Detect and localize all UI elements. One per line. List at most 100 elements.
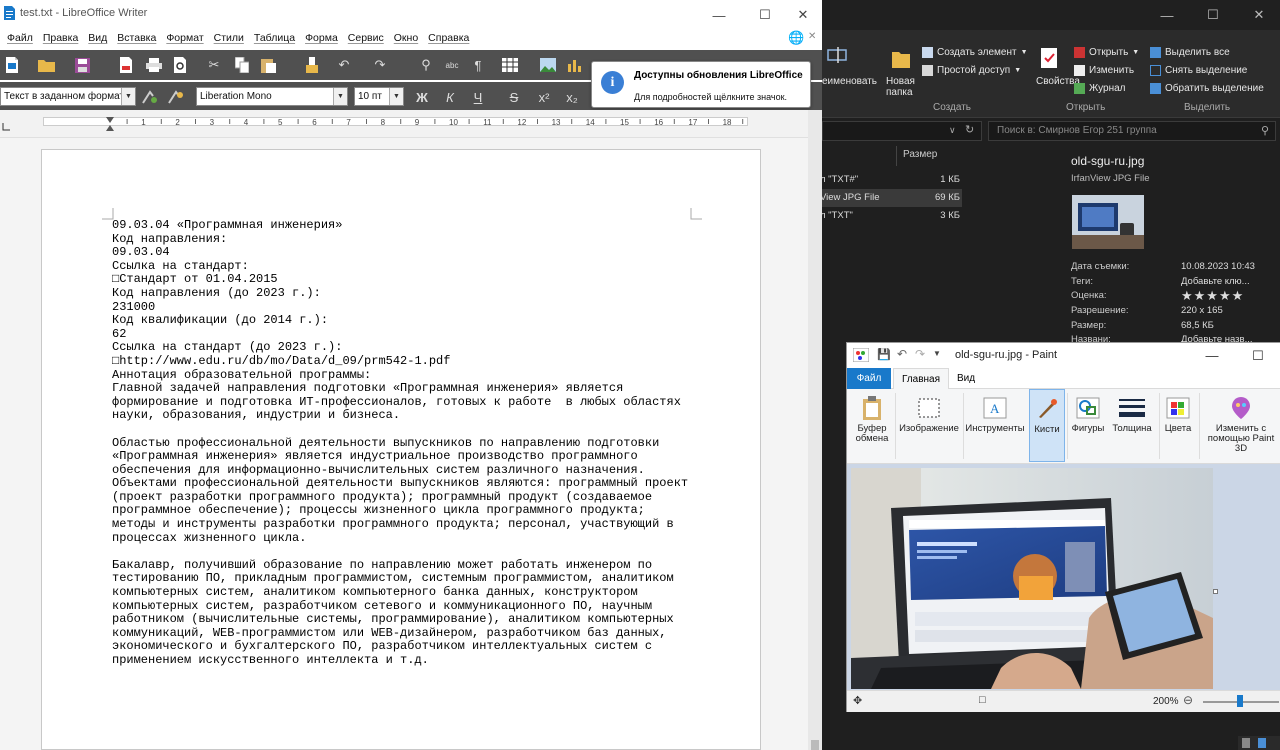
minimize-button[interactable]: —: [696, 0, 742, 30]
size-group[interactable]: Толщина: [1109, 389, 1155, 462]
undo-icon[interactable]: ↶: [897, 347, 907, 361]
close-button[interactable]: ✕: [780, 0, 826, 30]
update-globe-icon[interactable]: 🌐: [788, 30, 804, 46]
minimize-button[interactable]: —: [1144, 0, 1190, 30]
clone-formatting-icon[interactable]: [302, 55, 322, 75]
update-notification[interactable]: i Доступны обновления LibreOffice Для по…: [591, 61, 811, 108]
spelling-icon[interactable]: abc: [442, 55, 462, 75]
tab-stop-type[interactable]: [2, 123, 10, 131]
indent-marker[interactable]: [106, 117, 114, 131]
new-style-icon[interactable]: [166, 87, 186, 107]
menu-tools[interactable]: Сервис: [343, 32, 389, 44]
scrollbar-thumb[interactable]: [811, 740, 819, 750]
clipboard-group[interactable]: Буфер обмена: [851, 389, 893, 462]
close-button[interactable]: ✕: [1236, 0, 1280, 30]
strikethrough-button[interactable]: S: [504, 87, 524, 107]
rename-button[interactable]: еименовать: [822, 76, 877, 87]
prop-rating[interactable]: Оценка: ★★★★★: [1071, 288, 1271, 304]
minimize-button[interactable]: —: [1189, 343, 1235, 368]
menu-table[interactable]: Таблица: [249, 32, 300, 44]
select-all-button[interactable]: Выделить все: [1150, 47, 1230, 58]
easy-access-button[interactable]: Простой доступ ▼: [922, 65, 1021, 76]
menu-form[interactable]: Форма: [300, 32, 343, 44]
zoom-slider-thumb[interactable]: [1237, 695, 1243, 707]
menu-help[interactable]: Справка: [423, 32, 474, 44]
document-page[interactable]: 09.03.04 «Программная инженерия» Код напр…: [41, 149, 761, 750]
resize-handle[interactable]: [1213, 589, 1218, 594]
save-icon[interactable]: [72, 55, 92, 75]
file-row[interactable]: л "TXT" 3 КБ: [820, 207, 962, 225]
underline-button[interactable]: Ч: [468, 87, 488, 107]
zoom-out-icon[interactable]: ⊖: [1183, 693, 1193, 707]
open-button[interactable]: Открыть ▼: [1074, 47, 1139, 58]
search-box[interactable]: Поиск в: Смирнов Егор 251 группа ⚲: [988, 121, 1276, 141]
italic-button[interactable]: К: [440, 87, 460, 107]
edit-button[interactable]: Изменить: [1074, 65, 1134, 76]
menu-view[interactable]: Вид: [83, 32, 112, 44]
refresh-icon[interactable]: ↻: [965, 123, 974, 136]
update-style-icon[interactable]: [140, 87, 160, 107]
find-replace-icon[interactable]: ⚲: [416, 55, 436, 75]
font-name-select[interactable]: Liberation Mono ▼: [196, 87, 348, 106]
document-body-text[interactable]: 09.03.04 «Программная инженерия» Код напр…: [112, 218, 732, 668]
superscript-button[interactable]: x²: [534, 87, 554, 107]
vertical-scrollbar[interactable]: [808, 110, 822, 750]
close-document-icon[interactable]: ✕: [808, 31, 816, 42]
prop-size: Размер: 68,5 КБ: [1071, 320, 1214, 331]
maximize-button[interactable]: ☐: [1235, 343, 1280, 368]
file-row[interactable]: л "TXT#" 1 КБ: [820, 171, 962, 189]
insert-image-icon[interactable]: [538, 55, 558, 75]
easy-access-icon: [922, 65, 933, 76]
tab-view[interactable]: Вид: [957, 373, 975, 384]
undo-icon[interactable]: ↶: [334, 55, 354, 75]
history-button[interactable]: Журнал: [1074, 83, 1126, 94]
colors-group[interactable]: Цвета: [1161, 389, 1195, 462]
maximize-button[interactable]: ☐: [1190, 0, 1236, 30]
redo-icon[interactable]: ↷: [915, 347, 925, 361]
file-row-selected[interactable]: View JPG File 69 КБ: [820, 189, 962, 207]
brushes-group[interactable]: Кисти: [1029, 389, 1065, 462]
new-item-button[interactable]: Создать элемент ▼: [922, 47, 1028, 58]
select-none-button[interactable]: Снять выделение: [1150, 65, 1247, 76]
menu-edit[interactable]: Правка: [38, 32, 83, 44]
menu-insert[interactable]: Вставка: [112, 32, 161, 44]
paint-image-laptop-photo[interactable]: [851, 468, 1213, 689]
paint3d-group[interactable]: Изменить с помощью Paint 3D: [1201, 389, 1280, 462]
view-tiles-icon[interactable]: [1258, 738, 1266, 748]
insert-table-icon[interactable]: [500, 55, 520, 75]
subscript-button[interactable]: x₂: [562, 87, 582, 107]
image-group[interactable]: Изображение: [897, 389, 961, 462]
paragraph-style-select[interactable]: Текст в заданном формате ▼: [0, 87, 136, 106]
formatting-marks-icon[interactable]: ¶: [468, 55, 488, 75]
insert-chart-icon[interactable]: [564, 55, 584, 75]
tab-file[interactable]: Файл: [847, 368, 891, 389]
menu-styles[interactable]: Стили: [209, 32, 249, 44]
horizontal-ruler[interactable]: 1 2 3 4 5 6 7 8 9 10 11 12 13 14 15 16 17 18: [0, 110, 822, 138]
cut-icon[interactable]: ✂: [204, 55, 224, 75]
address-bar[interactable]: ∨ ↻: [822, 121, 982, 141]
view-details-icon[interactable]: [1242, 738, 1250, 748]
print-preview-icon[interactable]: [170, 55, 190, 75]
copy-icon[interactable]: [232, 55, 252, 75]
new-folder-button[interactable]: Новая папка: [886, 76, 922, 98]
shapes-group[interactable]: Фигуры: [1069, 389, 1107, 462]
save-icon[interactable]: 💾: [877, 348, 891, 361]
new-document-icon[interactable]: [2, 55, 22, 75]
dropdown-icon[interactable]: ∨: [949, 125, 956, 136]
tools-group[interactable]: A Инструменты: [965, 389, 1025, 462]
print-icon[interactable]: [144, 55, 164, 75]
open-folder-icon[interactable]: [36, 55, 56, 75]
invert-selection-button[interactable]: Обратить выделение: [1150, 83, 1264, 94]
bold-button[interactable]: Ж: [412, 87, 432, 107]
quick-access-dropdown-icon[interactable]: ▼: [933, 349, 941, 358]
prop-date-taken: Дата съемки: 10.08.2023 10:43: [1071, 261, 1255, 272]
font-size-select[interactable]: 10 пт ▼: [354, 87, 404, 106]
menu-window[interactable]: Окно: [389, 32, 423, 44]
column-header-size[interactable]: Размер: [903, 149, 937, 160]
export-pdf-icon[interactable]: [116, 55, 136, 75]
paste-icon[interactable]: [258, 55, 278, 75]
menu-format[interactable]: Формат: [161, 32, 208, 44]
tab-home[interactable]: Главная: [893, 368, 949, 390]
redo-icon[interactable]: ↷: [370, 55, 390, 75]
menu-file[interactable]: Файл: [2, 32, 38, 44]
